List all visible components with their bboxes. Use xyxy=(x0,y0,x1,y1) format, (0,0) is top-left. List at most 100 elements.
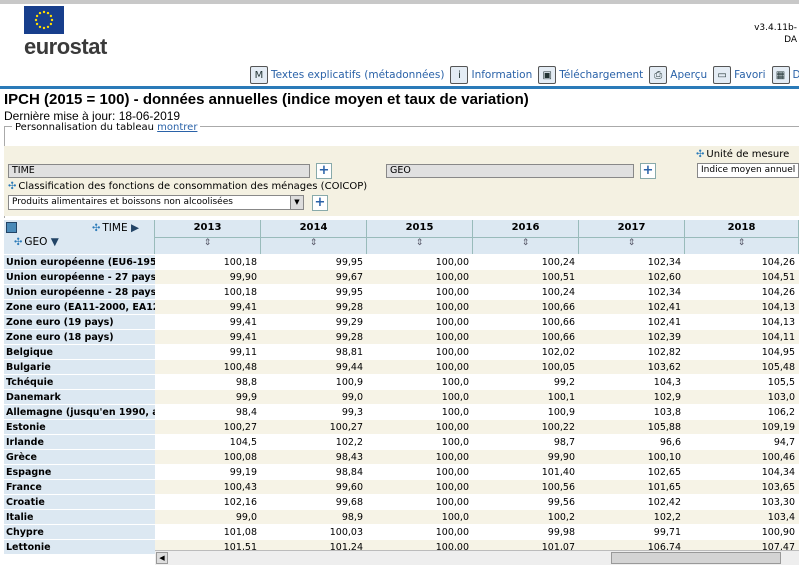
table-cell: 105,48 xyxy=(761,362,795,373)
move-icon: ✣ xyxy=(14,237,23,248)
row-label[interactable]: Union européenne - 28 pays xyxy=(4,285,155,300)
table-cell: 100,00 xyxy=(435,527,469,538)
scroll-left-icon[interactable]: ◀ xyxy=(156,552,168,564)
table-menu-icon[interactable] xyxy=(6,222,17,233)
row-label[interactable]: Union européenne - 27 pays (à partir de … xyxy=(4,270,155,285)
time-axis-label[interactable]: ✣ TIME ▶ xyxy=(92,222,139,234)
scroll-thumb[interactable] xyxy=(611,552,781,564)
coicop-add-button[interactable]: + xyxy=(312,195,328,211)
row-label[interactable]: Chypre xyxy=(4,525,155,540)
time-add-button[interactable]: + xyxy=(316,163,332,179)
unit-select[interactable]: Indice moyen annuel xyxy=(697,163,799,178)
eu-star xyxy=(42,10,46,14)
table-cell: 99,67 xyxy=(335,272,363,283)
row-label[interactable]: Zone euro (19 pays) xyxy=(4,315,155,330)
table-cell: 98,81 xyxy=(335,347,363,358)
page-title: IPCH (2015 = 100) - données annuelles (i… xyxy=(4,91,529,108)
row-label[interactable]: Tchéquie xyxy=(4,375,155,390)
row-label[interactable]: Belgique xyxy=(4,345,155,360)
table-cell: 100,24 xyxy=(541,257,575,268)
eurostat-logo[interactable]: eurostat xyxy=(24,34,107,60)
table-cell: 104,26 xyxy=(761,257,795,268)
table-cell: 100,46 xyxy=(761,452,795,463)
personalisation-panel: TIME + GEO + ✣ Unité de mesure Indice moy… xyxy=(4,146,799,216)
information-button[interactable]: i Information xyxy=(450,66,532,84)
table-cell: 100,0 xyxy=(441,437,469,448)
info-icon: i xyxy=(450,66,469,84)
table-cell: 99,28 xyxy=(335,302,363,313)
row-label[interactable]: Bulgarie xyxy=(4,360,155,375)
row-label[interactable]: Danemark xyxy=(4,390,155,405)
table-cell: 98,4 xyxy=(235,407,257,418)
eu-star xyxy=(34,18,38,22)
sort-icon[interactable]: ⇕ xyxy=(155,237,260,253)
column-header-2013[interactable]: 2013 ⇕ xyxy=(155,220,261,254)
personalisation-legend: Personnalisation du tableau montrer xyxy=(12,122,201,133)
print-icon: ⎙ xyxy=(649,66,668,84)
row-label[interactable]: Estonie xyxy=(4,420,155,435)
table-row: 99,41 99,28 100,00 100,66 102,39 104,11 xyxy=(155,330,799,345)
row-label[interactable]: Irlande xyxy=(4,435,155,450)
metadata-button[interactable]: M Textes explicatifs (métadonnées) xyxy=(250,66,444,84)
column-header-2017[interactable]: 2017 ⇕ xyxy=(579,220,685,254)
column-header-2014[interactable]: 2014 ⇕ xyxy=(261,220,367,254)
table-cell: 100,27 xyxy=(223,422,257,433)
bookmark-button[interactable]: ▭ Favori xyxy=(713,66,766,84)
table-cell: 99,95 xyxy=(335,257,363,268)
eu-flag-icon xyxy=(24,6,64,34)
table-cell: 104,5 xyxy=(229,437,257,448)
metadata-icon: M xyxy=(250,66,268,84)
table-cell: 100,43 xyxy=(223,482,257,493)
row-label[interactable]: France xyxy=(4,480,155,495)
table-cell: 102,42 xyxy=(647,497,681,508)
table-cell: 100,56 xyxy=(541,482,575,493)
row-label[interactable]: Grèce xyxy=(4,450,155,465)
sort-icon[interactable]: ⇕ xyxy=(579,237,684,253)
row-label[interactable]: Italie xyxy=(4,510,155,525)
column-header-2016[interactable]: 2016 ⇕ xyxy=(473,220,579,254)
table-row: 98,4 99,3 100,0 100,9 103,8 106,2 xyxy=(155,405,799,420)
table-cell: 100,9 xyxy=(335,377,363,388)
table-cell: 102,65 xyxy=(647,467,681,478)
table-cell: 98,7 xyxy=(553,437,575,448)
table-cell: 99,98 xyxy=(547,527,575,538)
row-label[interactable]: Union européenne (EU6-1958, EU9-1973, EU… xyxy=(4,255,155,270)
column-header-2018[interactable]: 2018 ⇕ xyxy=(685,220,799,254)
header-divider xyxy=(0,86,799,89)
table-cell: 99,9 xyxy=(235,392,257,403)
table-row: 100,48 99,44 100,00 100,05 103,62 105,48 xyxy=(155,360,799,375)
sort-icon[interactable]: ⇕ xyxy=(473,237,578,253)
header: eurostat v3.4.11b- DA M Textes explicatif… xyxy=(0,4,799,90)
coicop-select[interactable]: Produits alimentaires et boissons non al… xyxy=(8,195,304,210)
horizontal-scrollbar[interactable]: ◀ xyxy=(155,550,799,565)
move-icon: ✣ xyxy=(696,149,705,160)
sort-icon[interactable]: ⇕ xyxy=(367,237,472,253)
table-cell: 103,30 xyxy=(761,497,795,508)
show-link[interactable]: montrer xyxy=(157,122,197,133)
row-label[interactable]: Zone euro (18 pays) xyxy=(4,330,155,345)
table-cell: 104,13 xyxy=(761,302,795,313)
geo-add-button[interactable]: + xyxy=(640,163,656,179)
download-button[interactable]: ▣ Téléchargement xyxy=(538,66,643,84)
row-label[interactable]: Zone euro (EA11-2000, EA12-2006, EA13-20… xyxy=(4,300,155,315)
table-cell: 100,00 xyxy=(435,467,469,478)
film-button[interactable]: ▦Dé xyxy=(771,66,799,84)
column-header-2015[interactable]: 2015 ⇕ xyxy=(367,220,473,254)
table-cell: 100,00 xyxy=(435,497,469,508)
table-cell: 101,08 xyxy=(223,527,257,538)
geo-dimension-box[interactable]: GEO xyxy=(386,164,634,178)
table-cell: 101,40 xyxy=(541,467,575,478)
move-icon: ✣ xyxy=(92,223,101,234)
row-label[interactable]: Lettonie xyxy=(4,540,155,555)
chevron-down-icon[interactable]: ▼ xyxy=(290,196,303,209)
sort-icon[interactable]: ⇕ xyxy=(261,237,366,253)
row-label[interactable]: Allemagne (jusqu'en 1990, ancien territo… xyxy=(4,405,155,420)
geo-axis-label[interactable]: ✣ GEO ▼ xyxy=(14,236,59,248)
time-dimension-box[interactable]: TIME xyxy=(8,164,310,178)
row-label[interactable]: Espagne xyxy=(4,465,155,480)
print-preview-button[interactable]: ⎙ Aperçu xyxy=(649,66,707,84)
row-label[interactable]: Croatie xyxy=(4,495,155,510)
eu-star xyxy=(35,22,39,26)
table-cell: 102,02 xyxy=(541,347,575,358)
sort-icon[interactable]: ⇕ xyxy=(685,237,798,253)
